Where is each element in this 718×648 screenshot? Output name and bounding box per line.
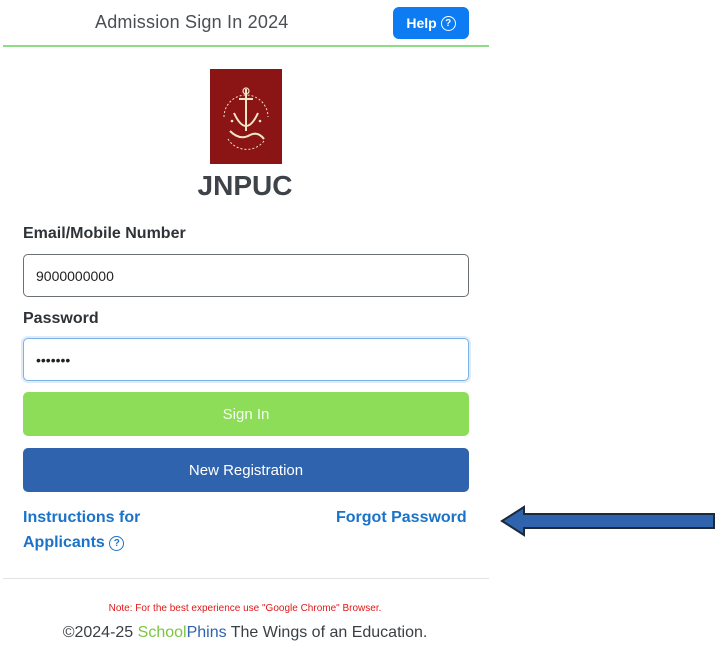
password-label: Password: [23, 310, 99, 327]
tagline: The Wings of an Education.: [226, 624, 428, 641]
header-divider: [3, 45, 489, 47]
signin-button[interactable]: Sign In: [23, 392, 469, 436]
help-button-label: Help: [406, 15, 437, 31]
footer-divider: [3, 578, 489, 579]
instructions-link[interactable]: Instructions for Applicants ?: [23, 509, 140, 552]
email-field[interactable]: [23, 254, 469, 297]
brand-school: School: [137, 624, 187, 641]
college-name: JNPUC: [197, 170, 293, 201]
email-label: Email/Mobile Number: [23, 225, 186, 242]
new-registration-button[interactable]: New Registration: [23, 448, 469, 492]
college-logo: [210, 69, 282, 164]
copyright-prefix: ©2024-25: [62, 624, 138, 641]
brand-phins: Phins: [186, 624, 227, 641]
page-title: Admission Sign In 2024: [95, 12, 289, 32]
pointer-arrow-icon: [500, 505, 715, 537]
browser-note: Note: For the best experience use "Googl…: [108, 603, 382, 614]
signin-panel: Admission Sign In 2024 Help ? JNPUC Emai…: [0, 0, 490, 648]
instructions-link-line1: Instructions for: [23, 509, 141, 526]
header: Admission Sign In 2024 Help ?: [0, 0, 490, 46]
forgot-password-link[interactable]: Forgot Password: [336, 509, 467, 527]
instructions-link-line2: Applicants: [23, 534, 105, 551]
question-circle-icon: ?: [440, 15, 456, 31]
help-button[interactable]: Help ?: [393, 7, 469, 39]
question-circle-icon: ?: [109, 536, 125, 551]
password-field[interactable]: [23, 338, 469, 381]
copyright: ©2024-25 SchoolPhins The Wings of an Edu…: [0, 624, 490, 642]
